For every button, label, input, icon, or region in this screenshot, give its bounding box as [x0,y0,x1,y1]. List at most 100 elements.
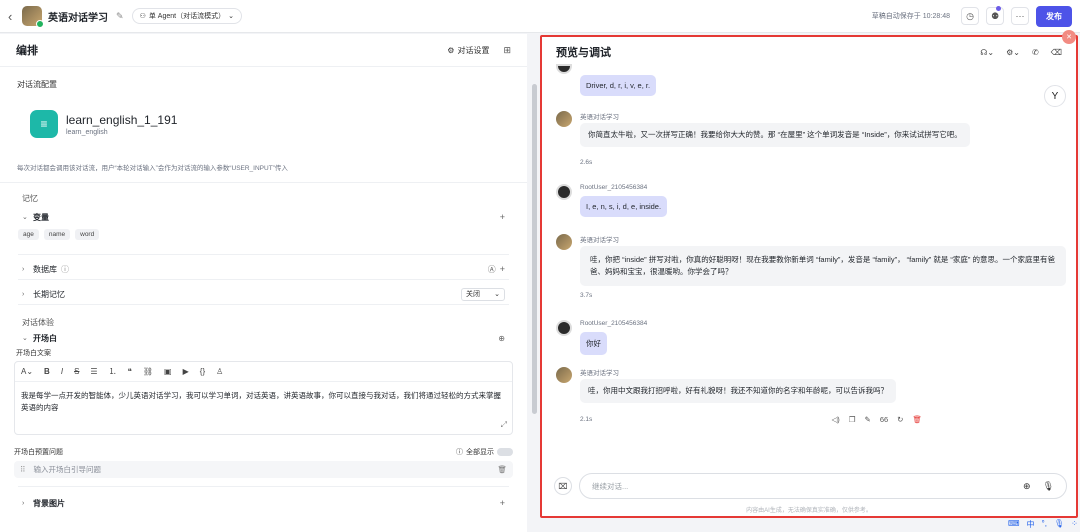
long-memory-row[interactable]: › 长期记忆 关闭 ⌄ [0,284,527,304]
add-database-icon[interactable]: + [500,264,505,274]
add-attachment-icon[interactable]: ⊕ [1023,481,1031,492]
close-preview-icon[interactable]: ✕ [1062,30,1076,44]
database-label: 数据库 [33,264,57,274]
strikethrough-icon[interactable]: S [74,367,79,376]
auto-icon[interactable]: Ⓐ [488,264,496,275]
system-tray: ⌨ 中 °, 🎙 ⁘ [1008,519,1078,530]
assistant-fab-icon[interactable]: Y [1044,85,1066,107]
chevron-right-icon: › [22,265,25,273]
apps-icon[interactable]: ⁘ [1071,519,1078,530]
back-icon[interactable]: ‹ [8,9,22,24]
show-all-control[interactable]: ⓘ 全部显示 [456,447,513,457]
flow-card[interactable]: ≡ learn_english_1_191 learn_english [30,110,497,138]
edit-icon[interactable]: ✎ [116,11,124,22]
more-icon: ··· [1015,11,1025,21]
user-icon[interactable]: ♙ [216,367,223,376]
orchestration-panel: 编排 ⚙ 对话设置 ⊞ 对话流配置 ≡ learn_english_1_191 … [0,34,527,532]
expand-icon[interactable]: ⤢ [501,419,507,431]
message-actions: ◁) ❐ ✎ 66 ↻ 🗑 [832,415,922,424]
broom-icon[interactable]: ⌫ [1051,48,1062,57]
voice-settings-icon[interactable]: ☊⌄ [980,48,994,57]
ai-disclaimer: 内容由AI生成，无法确保真实准确，仅供参考。 [746,508,872,514]
add-variable-icon[interactable]: + [500,212,505,222]
quote-count[interactable]: 66 [880,415,888,424]
message-sender: RootUser_2105456384 [580,320,648,327]
message-bubble: 哇，你把 “inside” 拼写对啦，你真的好聪明呀！现在我要教你新单词 “fa… [580,246,1066,286]
long-memory-select[interactable]: 关闭 ⌄ [461,287,505,301]
phone-icon[interactable]: ✆ [1032,48,1039,57]
copy-icon[interactable]: ❐ [849,415,856,424]
add-background-icon[interactable]: + [500,498,505,508]
opening-row[interactable]: ⌄ 开场白 ⊕ [0,328,527,348]
chat-flow-icon: ≡ [30,110,58,138]
divider [18,486,509,487]
history-button[interactable]: ◷ [961,7,979,25]
debug-icon[interactable]: ⚙⌄ [1006,48,1020,57]
message-bubble: Driver, d, r, i, v, e, r. [580,75,657,96]
variable-icon[interactable]: {} [200,367,205,376]
collaborators-button[interactable]: ⚉ [986,6,1004,25]
quote-icon[interactable]: ❝ [128,367,132,376]
variable-tag: word [75,229,100,240]
delete-icon[interactable]: 🗑 [912,415,922,424]
plus-circle-icon[interactable]: ⊕ [498,334,505,343]
chinese-input-icon[interactable]: 中 [1027,519,1035,530]
opening-text-area[interactable]: 我是每学一点开发的智能体，少儿英语对话学习，我可以学习单词，对话英语，讲英语故事… [15,382,512,434]
chat-message: RootUser_2105456384 你好 [556,320,856,360]
regenerate-icon[interactable]: ↻ [897,415,903,424]
drag-handle-icon[interactable]: ⠿ [20,465,26,474]
opening-editor[interactable]: A⌄ B I S ☰ ⒈ ❝ ⛓ ▣ ▶ {} ♙ 我是每学一点开发的智能体，少… [14,361,513,435]
numbered-list-icon[interactable]: ⒈ [109,366,117,377]
chat-message: 英语对话学习 你简直太牛啦，又一次拼写正确！我要给你大大的赞。那 “在屋里” 这… [556,111,1056,171]
memory-group-label: 记忆 [22,194,38,203]
long-memory-label: 长期记忆 [33,289,65,299]
info-icon: ⓘ [61,264,69,274]
online-dot [36,20,44,28]
preview-debug-panel: 预览与调试 ☊⌄ ⚙⌄ ✆ ⌫ Y Driver, d, r, i, v, e,… [540,35,1078,518]
clear-history-icon[interactable]: ⌧ [554,477,572,495]
divider [18,304,509,305]
variables-row[interactable]: ⌄ 变量 + [0,207,527,227]
message-bubble: 你好 [580,332,607,355]
question-input[interactable]: ⠿ 输入开场白引导问题 🗑 [14,461,513,478]
bot-avatar [556,111,572,127]
opening-text-label: 开场白文案 [16,350,51,357]
flow-config-label: 对话流配置 [17,80,57,89]
agent-mode-selector[interactable]: ⚇ 单 Agent（对话流模式） ⌄ [131,8,242,24]
mic-tray-icon[interactable]: 🎙 [1054,519,1064,530]
show-all-toggle[interactable] [497,448,513,456]
font-size-icon[interactable]: A⌄ [21,367,33,376]
trash-icon[interactable]: 🗑 [497,465,507,474]
preview-header: 预览与调试 ☊⌄ ⚙⌄ ✆ ⌫ [542,37,1076,67]
info-icon: ⓘ [456,449,463,456]
image-icon[interactable]: ▣ [164,367,172,376]
speaker-icon[interactable]: ◁) [832,415,840,424]
edit-icon[interactable]: ✎ [865,415,871,424]
preset-questions-label: 开场白预置问题 [14,449,63,456]
italic-icon[interactable]: I [61,367,63,376]
more-button[interactable]: ··· [1011,7,1029,25]
divider [0,182,527,183]
link-icon[interactable]: ⛓ [143,367,153,376]
bullet-list-icon[interactable]: ☰ [90,367,97,376]
app-avatar [22,6,44,28]
variable-tag: age [18,229,39,240]
variables-label: 变量 [33,212,49,222]
left-scrollbar[interactable] [532,84,537,414]
bold-icon[interactable]: B [44,367,50,376]
message-bubble: 哇，你用中文跟我打招呼啦，好有礼貌呀！我还不知道你的名字和年龄呢，可以告诉我吗？ [580,379,896,403]
database-row[interactable]: › 数据库 ⓘ Ⓐ + [0,259,527,279]
app-name: 英语对话学习 [48,12,108,24]
punctuation-icon[interactable]: °, [1042,519,1047,530]
dialog-settings-button[interactable]: ⚙ 对话设置 [447,45,489,56]
layout-icon[interactable]: ⊞ [503,45,511,56]
ime-icon[interactable]: ⌨ [1008,519,1020,530]
microphone-icon[interactable]: 🎙 [1043,481,1054,492]
video-icon[interactable]: ▶ [183,367,189,376]
top-bar: ‹ 英语对话学习 ✎ ⚇ 单 Agent（对话流模式） ⌄ 草稿自动保存于 10… [0,0,1080,33]
background-row[interactable]: › 背景图片 + [0,493,527,513]
publish-button[interactable]: 发布 [1036,5,1072,27]
flow-hint: 每次对话都会调用该对话流，用户“本轮对话输入”会作为对话流的输入参数“USER_… [17,165,288,172]
chat-input[interactable]: 继续对话... ⊕ 🎙 [579,473,1067,499]
chat-input-placeholder: 继续对话... [592,481,629,491]
